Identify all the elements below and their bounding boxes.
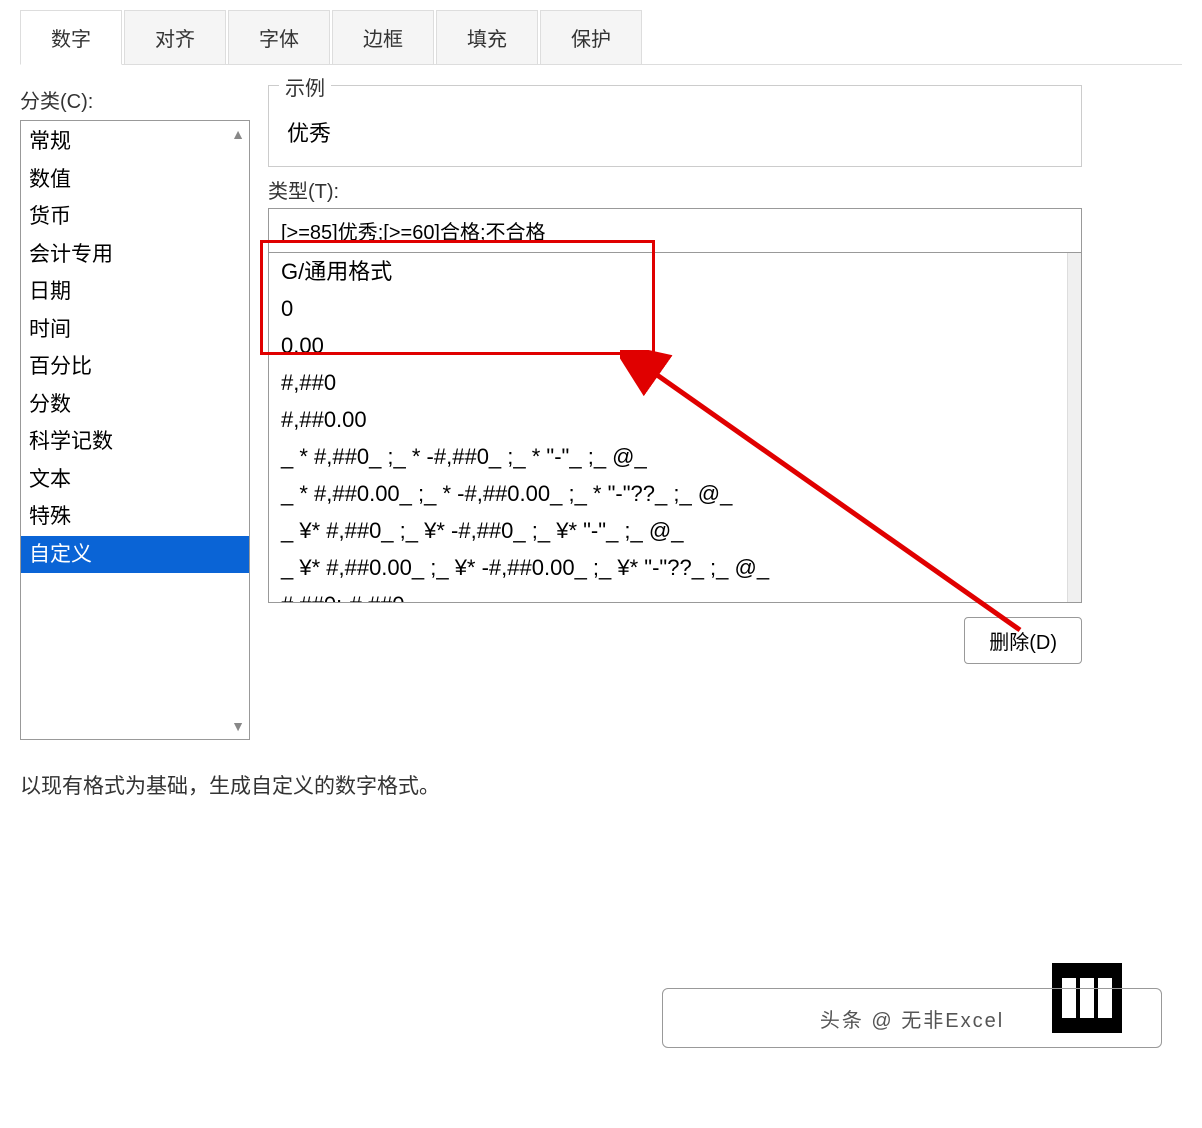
helper-text: 以现有格式为基础，生成自定义的数字格式。 (20, 770, 1182, 800)
example-value: 优秀 (287, 116, 1063, 148)
type-input[interactable] (268, 208, 1082, 253)
category-list[interactable]: ▲ 常规数值货币会计专用日期时间百分比分数科学记数文本特殊自定义 ▼ (20, 120, 250, 740)
tab-protection[interactable]: 保护 (540, 10, 642, 64)
category-item[interactable]: 百分比 (21, 348, 249, 386)
tab-number[interactable]: 数字 (20, 10, 122, 65)
category-item[interactable]: 自定义 (21, 536, 249, 574)
format-item[interactable]: 0 (269, 290, 1081, 327)
watermark-text: 头条 @ 无非Excel (662, 988, 1162, 1048)
format-list-items: G/通用格式00.00#,##0#,##0.00_ * #,##0_ ;_ * … (269, 253, 1081, 603)
category-item[interactable]: 文本 (21, 461, 249, 499)
format-item[interactable]: _ * #,##0_ ;_ * -#,##0_ ;_ * "-"_ ;_ @_ (269, 438, 1081, 475)
tab-border[interactable]: 边框 (332, 10, 434, 64)
tab-fill[interactable]: 填充 (436, 10, 538, 64)
format-scrollbar[interactable] (1067, 253, 1081, 602)
category-list-items: 常规数值货币会计专用日期时间百分比分数科学记数文本特殊自定义 (21, 121, 249, 575)
category-item[interactable]: 分数 (21, 386, 249, 424)
category-item[interactable]: 货币 (21, 198, 249, 236)
category-item[interactable]: 会计专用 (21, 236, 249, 274)
scroll-up-icon[interactable]: ▲ (230, 126, 246, 142)
category-item[interactable]: 常规 (21, 123, 249, 161)
category-label: 分类(C): (20, 85, 250, 114)
category-item[interactable]: 数值 (21, 161, 249, 199)
category-item[interactable]: 日期 (21, 273, 249, 311)
format-item[interactable]: _ ¥* #,##0.00_ ;_ ¥* -#,##0.00_ ;_ ¥* "-… (269, 549, 1081, 586)
tabs-bar: 数字 对齐 字体 边框 填充 保护 (20, 10, 1182, 65)
scroll-down-icon[interactable]: ▼ (230, 718, 246, 734)
format-item[interactable]: #,##0;-#,##0 (269, 586, 1081, 603)
delete-row: 删除(D) (268, 617, 1082, 664)
example-group: 示例 优秀 (268, 85, 1082, 167)
tab-font[interactable]: 字体 (228, 10, 330, 64)
category-item[interactable]: 时间 (21, 311, 249, 349)
format-item[interactable]: _ * #,##0.00_ ;_ * -#,##0.00_ ;_ * "-"??… (269, 475, 1081, 512)
category-column: 分类(C): ▲ 常规数值货币会计专用日期时间百分比分数科学记数文本特殊自定义 … (20, 85, 250, 740)
category-item[interactable]: 科学记数 (21, 423, 249, 461)
detail-column: 示例 优秀 类型(T): G/通用格式00.00#,##0#,##0.00_ *… (268, 85, 1182, 740)
category-item[interactable]: 特殊 (21, 498, 249, 536)
format-item[interactable]: 0.00 (269, 327, 1081, 364)
format-list[interactable]: G/通用格式00.00#,##0#,##0.00_ * #,##0_ ;_ * … (268, 253, 1082, 603)
format-item[interactable]: #,##0 (269, 364, 1081, 401)
format-item[interactable]: #,##0.00 (269, 401, 1081, 438)
delete-button[interactable]: 删除(D) (964, 617, 1082, 664)
format-item[interactable]: _ ¥* #,##0_ ;_ ¥* -#,##0_ ;_ ¥* "-"_ ;_ … (269, 512, 1081, 549)
tab-alignment[interactable]: 对齐 (124, 10, 226, 64)
format-item[interactable]: G/通用格式 (269, 253, 1081, 290)
dialog-content: 分类(C): ▲ 常规数值货币会计专用日期时间百分比分数科学记数文本特殊自定义 … (20, 85, 1182, 740)
type-label: 类型(T): (268, 175, 1082, 204)
example-label: 示例 (279, 72, 331, 101)
format-cells-dialog: 数字 对齐 字体 边框 填充 保护 分类(C): ▲ 常规数值货币会计专用日期时… (0, 0, 1202, 810)
